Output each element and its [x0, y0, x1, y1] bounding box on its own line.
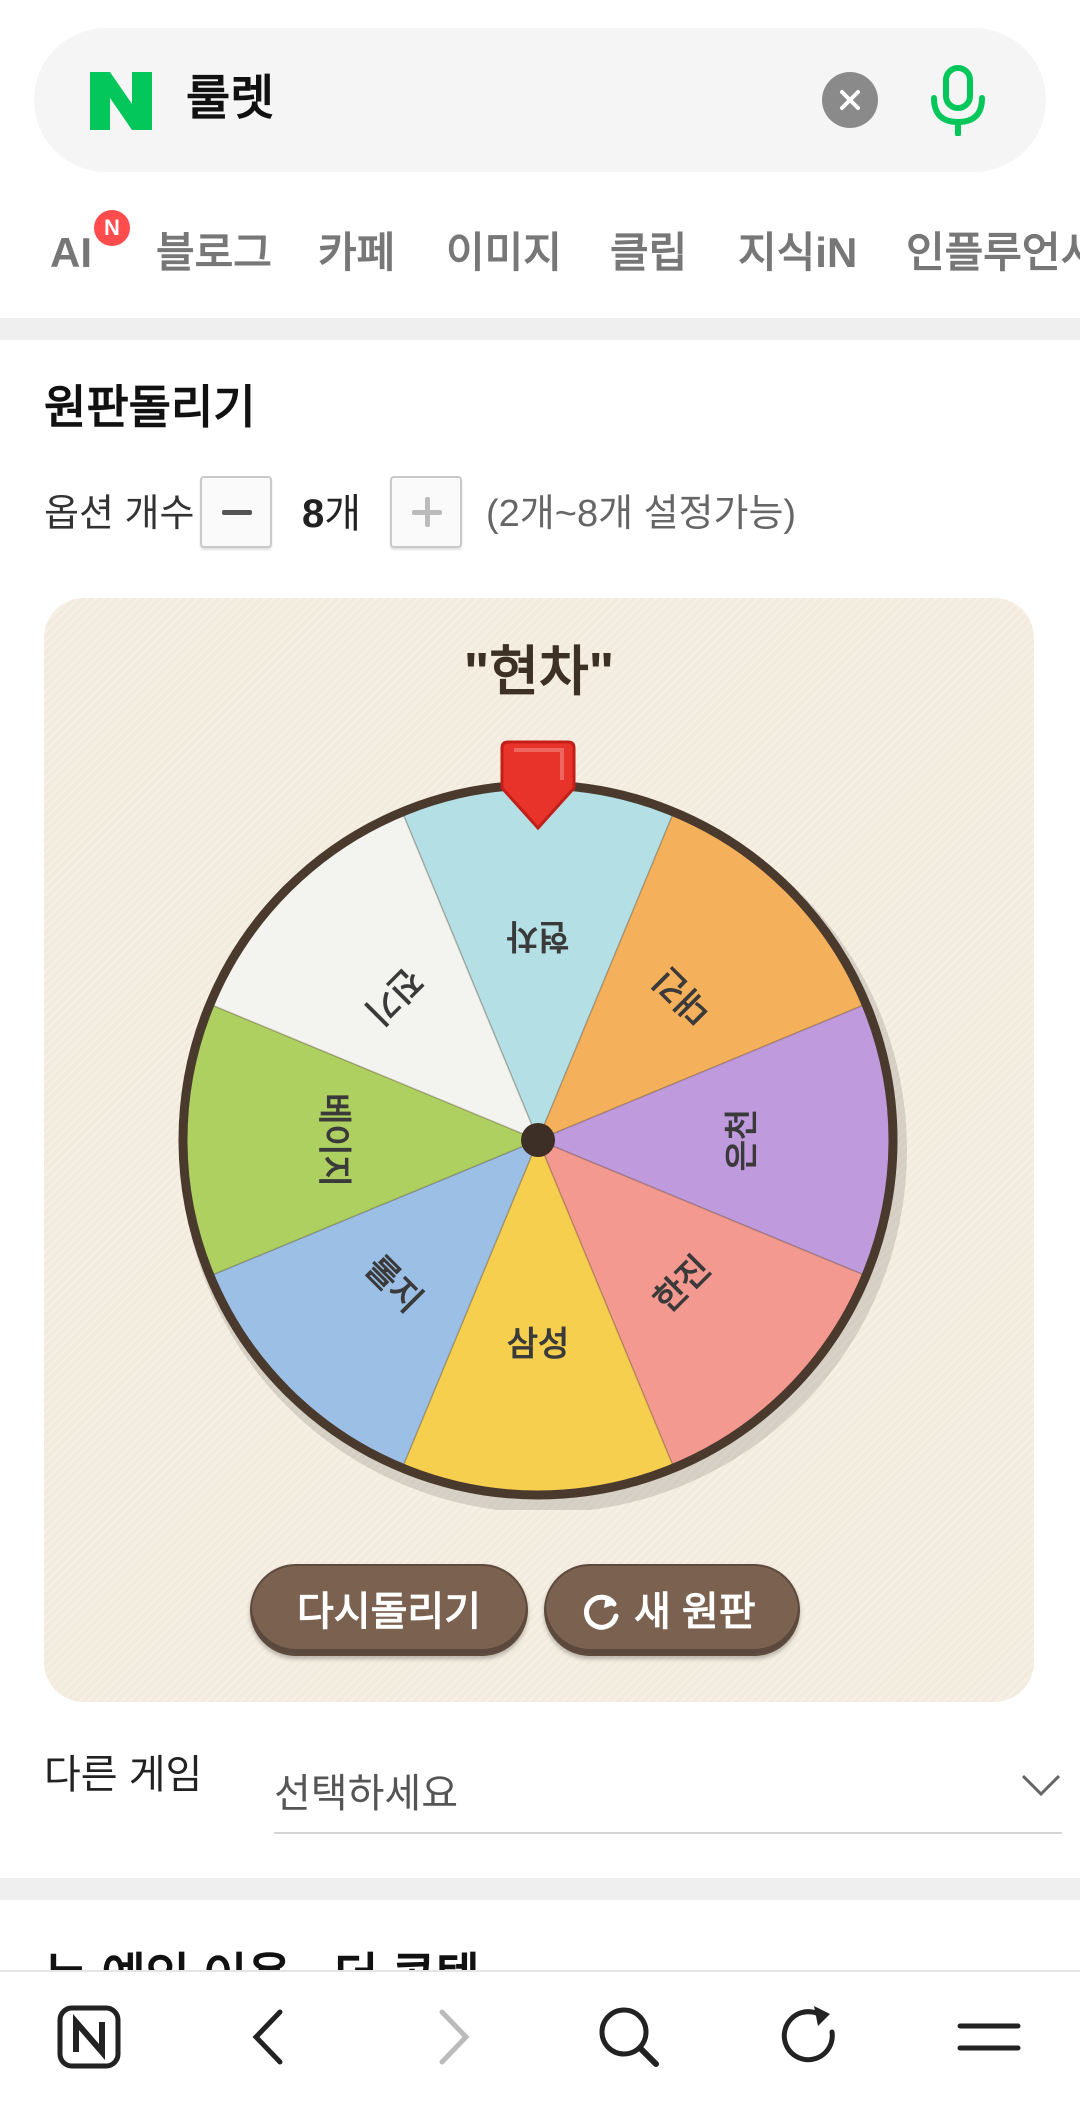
tab-influencer[interactable]: 인플루언서	[906, 212, 1080, 294]
new-wheel-label: 새 원판	[634, 1590, 756, 1634]
pointer-icon	[500, 740, 576, 831]
wheel-segment-label: 삼성	[507, 1324, 570, 1364]
forward-icon[interactable]	[418, 2002, 488, 2072]
tab-blog[interactable]: 블로그	[156, 212, 272, 294]
naver-logo-icon	[90, 72, 152, 130]
wheel-segment-label: 베이지	[314, 1093, 354, 1187]
option-count: 8개	[302, 482, 361, 546]
reload-icon	[583, 1594, 619, 1630]
search-tabs: AI 블로그 카페 이미지 클립 지식iN 인플루언서	[0, 212, 1080, 294]
chevron-down-icon	[1021, 1774, 1061, 1797]
back-icon[interactable]	[234, 2002, 304, 2072]
menu-icon[interactable]	[954, 2002, 1024, 2072]
new-badge: N	[94, 210, 130, 246]
wheel-hub	[521, 1123, 555, 1157]
tab-clip[interactable]: 클립	[610, 212, 687, 294]
tab-image[interactable]: 이미지	[446, 212, 562, 294]
minus-icon	[222, 510, 252, 515]
search-query[interactable]: 룰렛	[186, 64, 274, 134]
plus-icon-v	[425, 497, 430, 527]
new-wheel-button[interactable]: 새 원판	[544, 1564, 800, 1656]
option-count-unit: 개	[324, 492, 362, 536]
other-game-select[interactable]: 선택하세요	[274, 1752, 1062, 1834]
refresh-icon[interactable]	[774, 2002, 844, 2072]
respin-button[interactable]: 다시돌리기	[250, 1564, 528, 1656]
divider	[0, 1878, 1080, 1900]
tab-ai[interactable]: AI	[50, 212, 92, 294]
wheel-segment-label: 은천	[722, 1109, 762, 1172]
increase-button[interactable]	[390, 476, 462, 548]
naver-home-icon[interactable]	[54, 2002, 124, 2072]
clear-icon[interactable]	[822, 72, 878, 128]
result-text: "현차"	[463, 642, 615, 702]
microphone-icon[interactable]	[926, 64, 990, 136]
option-count-label: 옵션 개수	[44, 493, 195, 535]
tab-cafe[interactable]: 카페	[318, 212, 395, 294]
search-icon[interactable]	[594, 2002, 664, 2072]
bottom-navigation	[0, 1970, 1080, 2111]
wheel-segment-label: 현차	[507, 916, 570, 956]
widget-title: 원판돌리기	[44, 381, 256, 433]
decrease-button[interactable]	[200, 476, 272, 548]
tab-kin[interactable]: 지식iN	[738, 212, 857, 294]
divider	[0, 318, 1080, 340]
roulette-wheel[interactable]: 현차대긴은천한진삼성롤지베이지진기	[168, 770, 908, 1510]
other-game-label: 다른 게임	[44, 1753, 203, 1797]
option-count-value: 8	[302, 492, 325, 536]
option-range-hint: (2개~8개 설정가능)	[486, 493, 797, 535]
select-value: 선택하세요	[274, 1772, 458, 1816]
